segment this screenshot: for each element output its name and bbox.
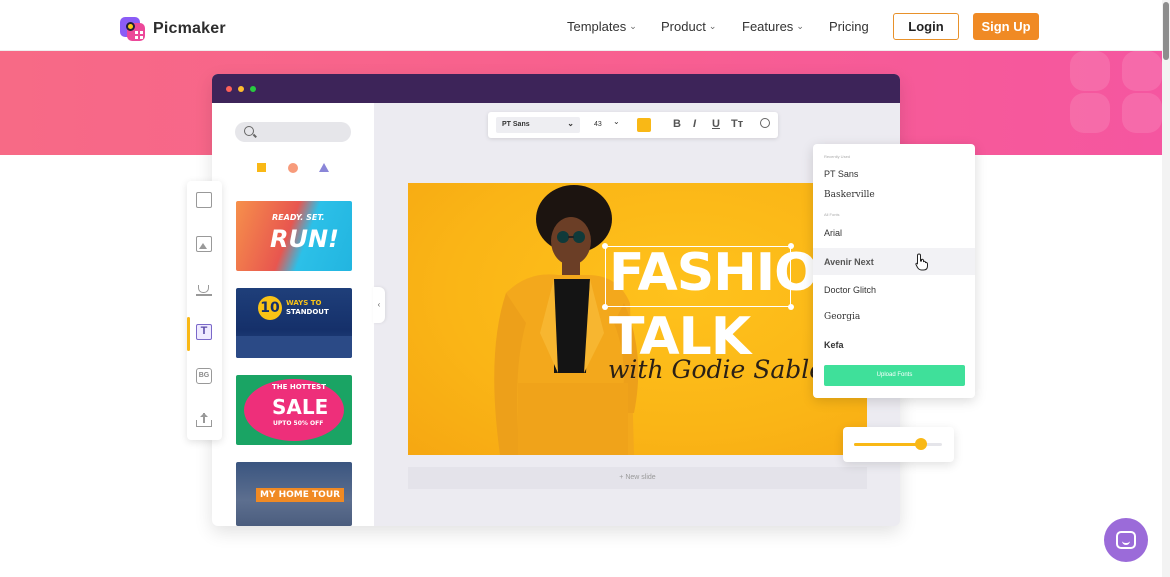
italic-icon[interactable]: I (693, 118, 696, 130)
chevron-left-icon: ‹ (377, 300, 381, 309)
slider-track[interactable] (854, 438, 942, 450)
top-navigation: Picmaker Templates ⌄ Product ⌄ Features … (0, 0, 1162, 51)
chevron-down-icon[interactable]: ⌄ (613, 117, 620, 126)
font-family-value: PT Sans (502, 121, 530, 128)
font-option-baskerville[interactable]: Baskerville (824, 190, 875, 200)
decorative-room-floor (236, 336, 352, 358)
resize-handle[interactable] (602, 243, 608, 249)
template-text: READY. SET. (272, 213, 325, 222)
search-icon (244, 126, 254, 136)
template-text: THE HOTTEST (272, 383, 326, 391)
template-thumbnail-standout[interactable]: 10 WAYS TO STANDOUT (236, 288, 352, 358)
template-panel: READY. SET. RUN! 10 WAYS TO STANDOUT THE… (212, 103, 374, 526)
login-button[interactable]: Login (893, 13, 959, 40)
font-option-arial[interactable]: Arial (824, 228, 842, 238)
image-icon[interactable] (196, 236, 212, 252)
window-maximize-dot (250, 86, 256, 92)
cup-icon[interactable] (196, 280, 212, 296)
nav-item-label: Features (742, 19, 794, 34)
zoom-icon[interactable] (760, 118, 770, 128)
font-option-georgia[interactable]: Georgia (824, 312, 860, 322)
chat-icon (1116, 531, 1136, 549)
template-text: WAYS TO (286, 299, 322, 307)
template-text: 10 (258, 296, 282, 320)
chevron-down-icon: ⌄ (567, 119, 574, 128)
bold-icon[interactable]: B (673, 118, 681, 130)
decorative-petal (1070, 51, 1110, 91)
upload-icon[interactable] (196, 412, 212, 428)
nav-item-product[interactable]: Product ⌄ (661, 19, 716, 34)
cup-icon-saucer (196, 294, 212, 296)
brand-name: Picmaker (153, 20, 226, 37)
design-canvas[interactable]: FASHION TALK with Godie Sable (408, 183, 867, 455)
text-format-toolbar: PT Sans ⌄ 43 ⌄ B I U Tт (488, 112, 778, 138)
image-icon-mountain (199, 243, 207, 249)
triangle-shape-icon[interactable] (319, 163, 329, 172)
nav-item-label: Product (661, 19, 706, 34)
live-chat-button[interactable] (1104, 518, 1148, 562)
text-icon[interactable]: T (196, 324, 212, 340)
nav-item-features[interactable]: Features ⌄ (742, 19, 804, 34)
window-close-dot (226, 86, 232, 92)
font-family-dropdown[interactable]: PT Sans ⌄ (496, 117, 580, 133)
background-icon[interactable]: BG (196, 368, 212, 384)
decorative-petal (1070, 93, 1110, 133)
cup-icon-body (198, 285, 209, 293)
recent-fonts-header: Recently Used (824, 154, 851, 159)
template-thumbnail-run[interactable]: READY. SET. RUN! (236, 201, 352, 271)
font-size-value[interactable]: 43 (594, 121, 602, 128)
template-text: STANDOUT (286, 308, 329, 316)
slider-fill (854, 443, 921, 446)
signup-button[interactable]: Sign Up (973, 13, 1039, 40)
design-script-line[interactable]: with Godie Sable (608, 355, 824, 384)
page-scrollbar-thumb[interactable] (1163, 2, 1169, 60)
upload-icon-arrow (200, 413, 208, 417)
resize-handle[interactable] (788, 304, 794, 310)
editor-tool-rail: T BG (187, 181, 222, 440)
square-shape-icon[interactable] (257, 163, 266, 172)
resize-handle[interactable] (602, 304, 608, 310)
new-slide-label: New slide (625, 474, 656, 481)
font-option-kefa[interactable]: Kefa (824, 340, 844, 350)
slider-handle[interactable] (914, 438, 927, 450)
template-text: RUN! (270, 225, 339, 253)
nav-item-label: Templates (567, 19, 627, 34)
new-slide-button[interactable]: + New slide (408, 467, 867, 489)
brand-logo[interactable]: Picmaker (117, 14, 226, 44)
active-tool-indicator (187, 317, 190, 351)
all-fonts-header: All Fonts (824, 212, 840, 217)
chevron-down-icon: ⌄ (629, 21, 637, 31)
text-case-icon[interactable]: Tт (731, 118, 743, 130)
text-color-swatch[interactable] (637, 118, 651, 132)
template-thumbnail-home-tour[interactable]: MY HOME TOUR (236, 462, 352, 526)
window-titlebar (212, 74, 900, 103)
template-text: MY HOME TOUR (256, 488, 345, 502)
font-option-pt-sans[interactable]: PT Sans (824, 169, 858, 179)
picmaker-logo-icon (117, 14, 147, 44)
window-minimize-dot (238, 86, 244, 92)
nav-item-templates[interactable]: Templates ⌄ (567, 19, 637, 34)
font-option-avenir-next[interactable]: Avenir Next (824, 257, 874, 267)
chevron-down-icon: ⌄ (708, 21, 717, 31)
font-option-doctor-glitch[interactable]: Doctor Glitch (824, 285, 876, 295)
hand-cursor-icon (915, 253, 928, 271)
collapse-panel-button[interactable]: ‹ (373, 287, 385, 323)
page-icon[interactable] (196, 192, 212, 208)
page-scrollbar-track[interactable] (1162, 0, 1170, 577)
template-text: SALE (272, 395, 329, 419)
editor-preview-window: READY. SET. RUN! 10 WAYS TO STANDOUT THE… (212, 74, 900, 526)
template-search-input[interactable] (235, 122, 351, 142)
opacity-slider-card (843, 427, 954, 462)
circle-shape-icon[interactable] (288, 163, 298, 173)
nav-item-pricing[interactable]: Pricing (829, 19, 869, 34)
upload-fonts-button[interactable]: Upload Fonts (824, 365, 965, 386)
decorative-petal (1122, 93, 1162, 133)
template-text: UPTO 50% OFF (273, 420, 324, 427)
decorative-petal (1122, 51, 1162, 91)
underline-icon[interactable]: U (712, 118, 720, 130)
template-thumbnail-sale[interactable]: THE HOTTEST SALE UPTO 50% OFF (236, 375, 352, 445)
chevron-down-icon: ⌄ (796, 21, 804, 31)
nav-item-label: Pricing (829, 19, 869, 34)
font-picker-panel: Recently Used PT Sans Baskerville All Fo… (813, 144, 975, 398)
